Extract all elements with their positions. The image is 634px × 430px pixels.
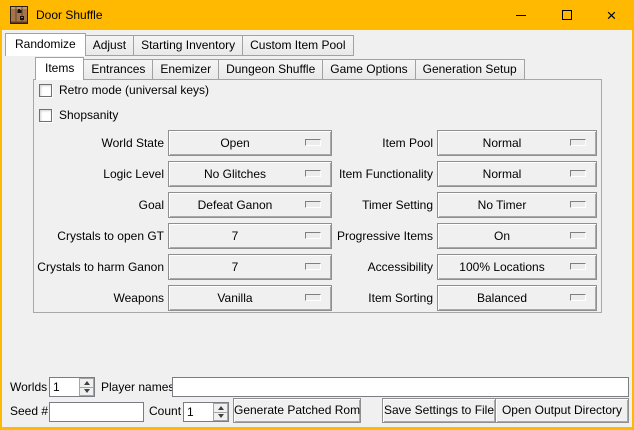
timer-setting-dropdown[interactable]: No Timer — [437, 192, 597, 218]
subtab-entrances[interactable]: Entrances — [83, 59, 153, 80]
arrow-up-icon — [84, 381, 90, 385]
world-state-value: Open — [169, 131, 301, 155]
tab-adjust[interactable]: Adjust — [85, 35, 134, 56]
logic-level-label: Logic Level — [30, 161, 164, 187]
item-sorting-value: Balanced — [438, 286, 566, 310]
accessibility-value: 100% Locations — [438, 255, 566, 279]
progressive-items-dropdown[interactable]: On — [437, 223, 597, 249]
count-label: Count — [149, 401, 181, 421]
player-names-label: Player names — [101, 377, 174, 397]
dropdown-indicator-icon — [570, 294, 586, 301]
dropdown-indicator-icon — [570, 139, 586, 146]
worlds-spin-up-button[interactable] — [79, 378, 94, 388]
minimize-button[interactable] — [498, 0, 543, 30]
world-state-label: World State — [30, 130, 164, 156]
dropdown-indicator-icon — [570, 232, 586, 239]
item-functionality-label: Item Functionality — [295, 161, 433, 187]
logic-level-value: No Glitches — [169, 162, 301, 186]
goal-label: Goal — [30, 192, 164, 218]
progressive-items-label: Progressive Items — [295, 223, 433, 249]
arrow-down-icon — [84, 389, 90, 393]
maximize-icon — [562, 10, 572, 20]
retro-mode-label: Retro mode (universal keys) — [59, 83, 209, 97]
save-settings-button[interactable]: Save Settings to File — [382, 398, 496, 423]
arrow-up-icon — [218, 406, 224, 410]
timer-setting-value: No Timer — [438, 193, 566, 217]
item-pool-value: Normal — [438, 131, 566, 155]
shopsanity-label: Shopsanity — [59, 108, 118, 122]
accessibility-label: Accessibility — [295, 254, 433, 280]
subtab-game-options[interactable]: Game Options — [322, 59, 415, 80]
item-sorting-label: Item Sorting — [295, 285, 433, 311]
subtab-generation-setup[interactable]: Generation Setup — [415, 59, 525, 80]
item-functionality-dropdown[interactable]: Normal — [437, 161, 597, 187]
arrow-down-icon — [218, 414, 224, 418]
app-door-icon — [10, 6, 28, 24]
sub-tab-bar: Items Entrances Enemizer Dungeon Shuffle… — [36, 57, 525, 80]
subtab-items[interactable]: Items — [35, 57, 84, 80]
worlds-input[interactable] — [50, 378, 79, 396]
retro-mode-checkbox-row: Retro mode (universal keys) — [39, 82, 209, 98]
shopsanity-checkbox-row: Shopsanity — [39, 107, 118, 123]
minimize-icon — [516, 15, 526, 16]
item-pool-dropdown[interactable]: Normal — [437, 130, 597, 156]
subtab-enemizer[interactable]: Enemizer — [152, 59, 219, 80]
close-icon: × — [607, 7, 617, 24]
worlds-label: Worlds — [10, 377, 47, 397]
count-spinbox — [183, 402, 229, 422]
title-bar[interactable]: Door Shuffle × — [0, 0, 634, 30]
count-spin-down-button[interactable] — [213, 413, 228, 422]
crystals-open-gt-label: Crystals to open GT — [30, 223, 164, 249]
dropdown-indicator-icon — [570, 201, 586, 208]
seed-input[interactable] — [49, 402, 144, 422]
retro-mode-checkbox[interactable] — [39, 84, 52, 97]
goal-value: Defeat Ganon — [169, 193, 301, 217]
seed-label: Seed # — [10, 401, 48, 421]
count-spin-up-button[interactable] — [213, 403, 228, 413]
maximize-button[interactable] — [544, 0, 589, 30]
close-button[interactable]: × — [589, 0, 634, 30]
tab-custom-item-pool[interactable]: Custom Item Pool — [242, 35, 353, 56]
player-names-input[interactable] — [172, 377, 629, 397]
main-tab-bar: Randomize Adjust Starting Inventory Cust… — [6, 33, 354, 56]
window-title: Door Shuffle — [36, 0, 103, 30]
app-window: Door Shuffle × Randomize Adjust Starting… — [0, 0, 634, 430]
shopsanity-checkbox[interactable] — [39, 109, 52, 122]
open-output-directory-button[interactable]: Open Output Directory — [495, 398, 629, 423]
worlds-spin-down-button[interactable] — [79, 388, 94, 397]
accessibility-dropdown[interactable]: 100% Locations — [437, 254, 597, 280]
crystals-harm-ganon-value: 7 — [169, 255, 301, 279]
weapons-value: Vanilla — [169, 286, 301, 310]
generate-patched-rom-button[interactable]: Generate Patched Rom — [233, 398, 361, 423]
dropdown-indicator-icon — [570, 263, 586, 270]
item-functionality-value: Normal — [438, 162, 566, 186]
worlds-spinbox — [49, 377, 95, 397]
tab-starting-inventory[interactable]: Starting Inventory — [133, 35, 243, 56]
timer-setting-label: Timer Setting — [295, 192, 433, 218]
crystals-harm-ganon-label: Crystals to harm Ganon — [30, 254, 164, 280]
progressive-items-value: On — [438, 224, 566, 248]
subtab-dungeon-shuffle[interactable]: Dungeon Shuffle — [218, 59, 323, 80]
tab-randomize[interactable]: Randomize — [5, 33, 86, 56]
count-input[interactable] — [184, 403, 213, 421]
item-sorting-dropdown[interactable]: Balanced — [437, 285, 597, 311]
crystals-open-gt-value: 7 — [169, 224, 301, 248]
dropdown-indicator-icon — [570, 170, 586, 177]
item-pool-label: Item Pool — [295, 130, 433, 156]
weapons-label: Weapons — [30, 285, 164, 311]
